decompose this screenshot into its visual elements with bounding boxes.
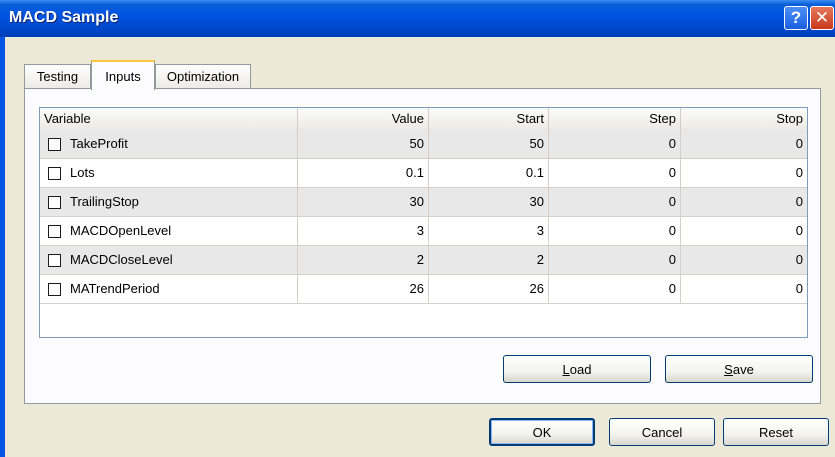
stop-cell[interactable]: 0 [681, 188, 807, 216]
column-header-variable[interactable]: Variable [40, 108, 298, 130]
window-border [0, 37, 5, 457]
row-checkbox[interactable] [48, 196, 61, 209]
row-checkbox[interactable] [48, 254, 61, 267]
step-cell[interactable]: 0 [549, 159, 681, 187]
column-header-stop[interactable]: Stop [681, 108, 807, 130]
variable-name: TrailingStop [70, 194, 139, 209]
save-label: ave [732, 361, 754, 377]
title-bar: MACD Sample ? ✕ [0, 0, 835, 37]
close-icon[interactable]: ✕ [810, 6, 834, 30]
row-checkbox[interactable] [48, 138, 61, 151]
variable-name: TakeProfit [70, 136, 128, 151]
row-checkbox[interactable] [48, 283, 61, 296]
load-label: oad [569, 361, 592, 377]
help-icon[interactable]: ? [784, 6, 808, 30]
variable-cell: Lots [40, 159, 298, 187]
step-cell[interactable]: 0 [549, 217, 681, 245]
value-cell[interactable]: 3 [298, 217, 429, 245]
step-cell[interactable]: 0 [549, 130, 681, 158]
value-cell[interactable]: 30 [298, 188, 429, 216]
column-header-start[interactable]: Start [429, 108, 549, 130]
row-checkbox[interactable] [48, 225, 61, 238]
reset-button[interactable]: Reset [723, 418, 829, 446]
stop-cell[interactable]: 0 [681, 246, 807, 274]
value-cell[interactable]: 2 [298, 246, 429, 274]
row-checkbox[interactable] [48, 167, 61, 180]
table-row[interactable]: MATrendPeriod 26 26 0 0 [40, 275, 807, 304]
start-cell[interactable]: 2 [429, 246, 549, 274]
variable-cell: MACDCloseLevel [40, 246, 298, 274]
table-row[interactable]: TakeProfit 50 50 0 0 [40, 130, 807, 159]
start-cell[interactable]: 26 [429, 275, 549, 303]
stop-cell[interactable]: 0 [681, 275, 807, 303]
variable-name: MACDCloseLevel [70, 252, 173, 267]
grid-header: Variable Value Start Step Stop [40, 108, 807, 131]
tab-inputs[interactable]: Inputs [91, 60, 155, 90]
step-cell[interactable]: 0 [549, 275, 681, 303]
variable-cell: TakeProfit [40, 130, 298, 158]
save-button[interactable]: Save [665, 355, 813, 383]
value-cell[interactable]: 50 [298, 130, 429, 158]
start-cell[interactable]: 50 [429, 130, 549, 158]
stop-cell[interactable]: 0 [681, 217, 807, 245]
stop-cell[interactable]: 0 [681, 159, 807, 187]
start-cell[interactable]: 3 [429, 217, 549, 245]
variable-name: MATrendPeriod [70, 281, 160, 296]
inputs-panel: Variable Value Start Step Stop TakeProfi… [24, 88, 821, 404]
value-cell[interactable]: 0.1 [298, 159, 429, 187]
ok-button[interactable]: OK [489, 418, 595, 446]
window-title: MACD Sample [9, 9, 119, 26]
variable-name: MACDOpenLevel [70, 223, 172, 238]
value-cell[interactable]: 26 [298, 275, 429, 303]
table-row[interactable]: Lots 0.1 0.1 0 0 [40, 159, 807, 188]
column-header-step[interactable]: Step [549, 108, 681, 130]
variable-cell: TrailingStop [40, 188, 298, 216]
load-button[interactable]: Load [503, 355, 651, 383]
inputs-grid: Variable Value Start Step Stop TakeProfi… [39, 107, 808, 338]
table-row[interactable]: TrailingStop 30 30 0 0 [40, 188, 807, 217]
step-cell[interactable]: 0 [549, 246, 681, 274]
column-header-value[interactable]: Value [298, 108, 429, 130]
stop-cell[interactable]: 0 [681, 130, 807, 158]
start-cell[interactable]: 30 [429, 188, 549, 216]
tab-testing[interactable]: Testing [24, 64, 91, 88]
variable-cell: MACDOpenLevel [40, 217, 298, 245]
table-row[interactable]: MACDOpenLevel 3 3 0 0 [40, 217, 807, 246]
load-accel: L [562, 361, 570, 377]
table-row[interactable]: MACDCloseLevel 2 2 0 0 [40, 246, 807, 275]
cancel-button[interactable]: Cancel [609, 418, 715, 446]
step-cell[interactable]: 0 [549, 188, 681, 216]
start-cell[interactable]: 0.1 [429, 159, 549, 187]
save-accel: S [724, 361, 733, 377]
tab-optimization[interactable]: Optimization [155, 64, 251, 88]
variable-name: Lots [70, 165, 95, 180]
variable-cell: MATrendPeriod [40, 275, 298, 303]
